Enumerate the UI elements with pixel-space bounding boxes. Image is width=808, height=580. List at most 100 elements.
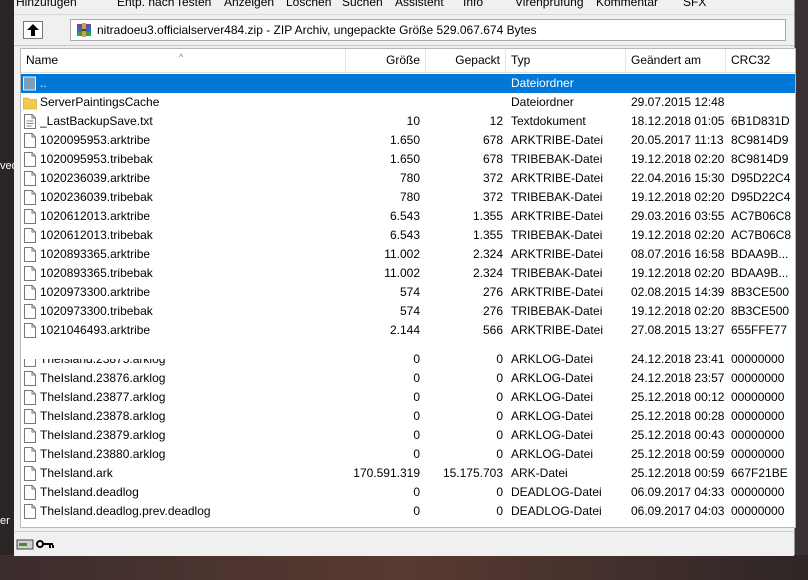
file-packed-size: 276 (482, 304, 503, 318)
table-row[interactable]: 1020893365.tribebak 11.002 2.324 TRIBEBAK-D… (21, 264, 795, 283)
file-crc: 00000000 (731, 390, 785, 404)
table-row[interactable]: 1020095953.tribebak 1.650 678 TRIBEBAK-Date… (21, 150, 795, 169)
file-name: ServerPaintingsCache (40, 95, 160, 109)
file-size: 0 (413, 485, 420, 499)
file-size: 780 (399, 190, 420, 204)
file-size: 2.144 (389, 323, 420, 337)
table-row[interactable]: TheIsland.23879.arklog 0 0 ARKLOG-Datei 25.1… (21, 426, 795, 445)
toolbar: Hinzufügen Entp. nach Testen Anzeigen Lö… (14, 0, 794, 10)
toolbar-find-button[interactable]: Suchen (342, 0, 383, 9)
file-modified: 29.03.2016 03:55 (631, 209, 725, 223)
table-row[interactable]: 1020236039.arktribe 780 372 ARKTRIBE-Datei 2… (21, 169, 795, 188)
file-list[interactable]: Name ^ Größe Gepackt Typ Geändert am CRC3… (20, 48, 796, 528)
file-size (346, 74, 420, 93)
file-icon (24, 409, 36, 424)
file-type: ARKTRIBE-Datei (511, 323, 604, 337)
file-packed-size (426, 93, 503, 112)
toolbar-view-button[interactable]: Anzeigen (224, 0, 274, 9)
toolbar-comment-button[interactable]: Kommentar (596, 0, 658, 9)
file-type: ARKLOG-Datei (511, 428, 594, 442)
table-row[interactable]: 1020612013.tribebak 6.543 1.355 TRIBEBAK-Da… (21, 226, 795, 245)
file-packed-size: 678 (482, 152, 503, 166)
archive-path-text: nitradoeu3.officialserver484.zip - ZIP A… (97, 23, 537, 37)
file-packed-size: 1.355 (472, 228, 503, 242)
table-row[interactable]: TheIsland.23880.arklog 0 0 ARKLOG-Datei 25.1… (21, 445, 795, 464)
file-crc: D95D22C4 (731, 171, 791, 185)
toolbar-delete-button[interactable]: Löschen (286, 0, 331, 9)
file-icon (24, 504, 36, 519)
table-row[interactable]: TheIsland.23876.arklog 0 0 ARKLOG-Datei 24.1… (21, 369, 795, 388)
file-packed-size: 0 (496, 352, 503, 366)
file-size: 574 (399, 304, 420, 318)
path-field[interactable]: nitradoeu3.officialserver484.zip - ZIP A… (70, 19, 786, 41)
file-modified: 25.12.2018 00:59 (631, 447, 725, 461)
table-row[interactable]: 1020612013.arktribe 6.543 1.355 ARKTRIBE-Da… (21, 207, 795, 226)
file-modified: 24.12.2018 23:57 (631, 371, 725, 385)
table-row[interactable]: 1020893365.arktribe 11.002 2.324 ARKTRIBE-D… (21, 245, 795, 264)
file-size: 11.002 (384, 266, 420, 280)
table-row[interactable]: TheIsland.deadlog 0 0 DEADLOG-Datei 06.09.20… (21, 483, 795, 502)
file-crc: 8B3CE500 (731, 285, 790, 299)
table-row[interactable]: _LastBackupSave.txt 10 12 Textdokument 18.12… (21, 112, 795, 131)
file-modified: 18.12.2018 01:05 (631, 114, 725, 128)
table-row[interactable]: 1020973300.tribebak 574 276 TRIBEBAK-Datei 1… (21, 302, 795, 321)
file-crc: 00000000 (731, 352, 785, 366)
column-header-crc[interactable]: CRC32 (726, 49, 795, 72)
file-type: ARKLOG-Datei (511, 447, 594, 461)
table-row[interactable]: ServerPaintingsCache Dateiordner 29.07.201… (21, 93, 795, 112)
file-type: ARKTRIBE-Datei (511, 133, 604, 147)
toolbar-wizard-button[interactable]: Assistent (395, 0, 444, 9)
file-type: TRIBEBAK-Datei (511, 190, 603, 204)
file-packed-size: 0 (496, 371, 503, 385)
file-type: Dateiordner (511, 95, 574, 109)
table-row[interactable]: .. Dateiordner (21, 74, 795, 93)
toolbar-info-button[interactable]: Info (463, 0, 483, 9)
file-name: TheIsland.23878.arklog (40, 409, 166, 423)
file-type: ARKLOG-Datei (511, 390, 594, 404)
table-row[interactable]: TheIsland.23878.arklog 0 0 ARKLOG-Datei 25.1… (21, 407, 795, 426)
file-type: Dateiordner (511, 76, 574, 90)
file-type: ARKLOG-Datei (511, 371, 594, 385)
file-crc: BDAA9B... (731, 247, 789, 261)
file-crc (731, 74, 795, 93)
file-packed-size: 0 (496, 447, 503, 461)
file-packed-size: 372 (482, 171, 503, 185)
file-crc: 00000000 (731, 371, 785, 385)
file-modified: 25.12.2018 00:12 (631, 390, 725, 404)
file-icon (24, 266, 36, 281)
column-header-size[interactable]: Größe (346, 49, 426, 72)
file-type: ARK-Datei (511, 466, 568, 480)
toolbar-virus-scan-button[interactable]: Virenprüfung (515, 0, 584, 9)
file-name: TheIsland.deadlog (40, 485, 139, 499)
table-row[interactable]: 1021046493.arktribe 2.144 566 ARKTRIBE-Date… (21, 321, 795, 340)
file-icon (24, 485, 36, 500)
file-modified: 29.07.2015 12:48 (631, 95, 725, 109)
file-icon (24, 133, 36, 148)
file-name: 1020612013.tribebak (40, 228, 153, 242)
file-crc: 00000000 (731, 447, 785, 461)
column-header-type[interactable]: Typ (506, 49, 626, 72)
table-row[interactable]: TheIsland.23877.arklog 0 0 ARKLOG-Datei 25.1… (21, 388, 795, 407)
toolbar-test-button[interactable]: Testen (176, 0, 211, 9)
column-header-modified[interactable]: Geändert am (626, 49, 726, 72)
file-crc: 667F21BE (731, 466, 788, 480)
table-row[interactable]: 1020973300.arktribe 574 276 ARKTRIBE-Datei 0… (21, 283, 795, 302)
toolbar-sfx-button[interactable]: SFX (683, 0, 706, 9)
file-icon (24, 466, 36, 481)
file-packed-size: 12 (489, 114, 503, 128)
file-type: ARKTRIBE-Datei (511, 209, 604, 223)
column-header-name[interactable]: Name ^ (21, 49, 346, 72)
file-crc: AC7B06C8 (731, 209, 792, 223)
table-row[interactable]: TheIsland.deadlog.prev.deadlog 0 0 DEADLOG-… (21, 502, 795, 521)
table-row[interactable]: TheIsland.ark 170.591.319 15.175.703 ARK-Da… (21, 464, 795, 483)
toolbar-add-button[interactable]: Hinzufügen (16, 0, 77, 9)
toolbar-extract-button[interactable]: Entp. nach (117, 0, 174, 9)
file-packed-size: 0 (496, 485, 503, 499)
file-size: 0 (413, 352, 420, 366)
table-row[interactable]: 1020095953.arktribe 1.650 678 ARKTRIBE-Date… (21, 131, 795, 150)
file-modified: 06.09.2017 04:33 (631, 485, 725, 499)
table-row[interactable]: 1020236039.tribebak 780 372 TRIBEBAK-Datei 1… (21, 188, 795, 207)
file-icon (24, 247, 36, 262)
column-header-packed[interactable]: Gepackt (426, 49, 506, 72)
up-folder-button[interactable] (23, 21, 43, 39)
